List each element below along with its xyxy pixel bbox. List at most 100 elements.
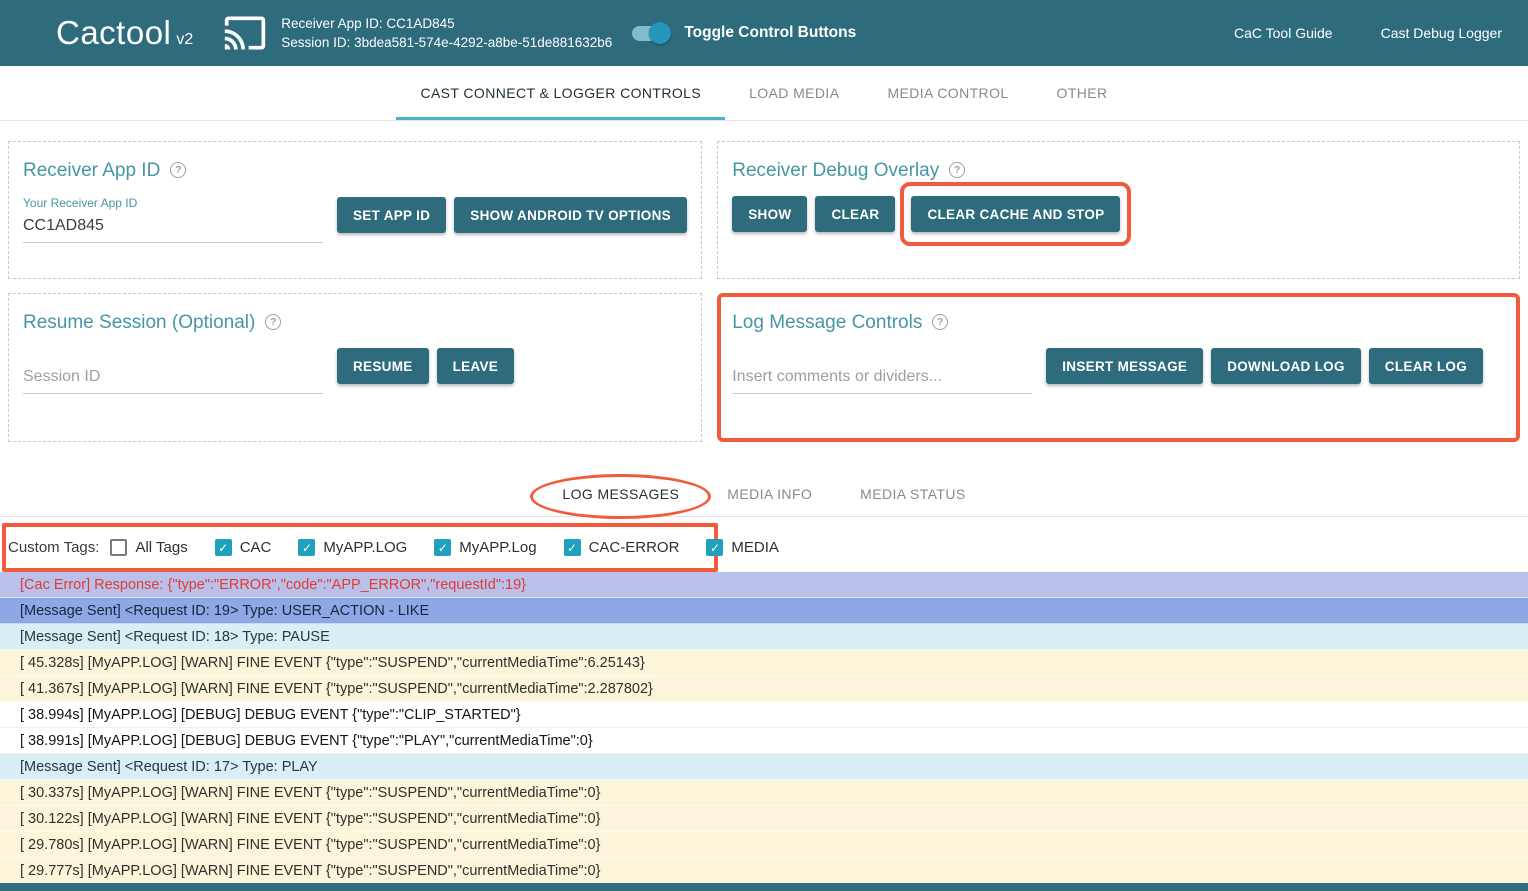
help-icon[interactable]: ? (932, 314, 948, 330)
control-buttons-toggle[interactable] (632, 26, 668, 41)
receiver-app-id-text: Receiver App ID: CC1AD845 (281, 14, 612, 33)
help-icon[interactable]: ? (265, 314, 281, 330)
checkbox-myapp-log-upper[interactable] (298, 539, 315, 556)
log-row-text: [ 29.777s] [MyAPP.LOG] [WARN] FINE EVENT… (20, 863, 600, 879)
tag-myapp-log-upper[interactable]: MyAPP.LOG (298, 539, 407, 556)
log-row-text: [Message Sent] <Request ID: 18> Type: PA… (20, 629, 330, 645)
log-tab-bar: LOG MESSAGES MEDIA INFO MEDIA STATUS (0, 471, 1528, 517)
log-row-text: [Message Sent] <Request ID: 19> Type: US… (20, 603, 429, 619)
log-row: [ 29.777s] [MyAPP.LOG] [WARN] FINE EVENT… (0, 858, 1528, 884)
clear-log-button[interactable]: CLEAR LOG (1369, 348, 1483, 384)
tag-myapp-log[interactable]: MyAPP.Log (434, 539, 536, 556)
log-row: [ 29.780s] [MyAPP.LOG] [WARN] FINE EVENT… (0, 832, 1528, 858)
toggle-label: Toggle Control Buttons (684, 24, 856, 42)
log-row: [Message Sent] <Request ID: 18> Type: PA… (0, 624, 1528, 650)
tab-label: OTHER (1057, 85, 1108, 101)
log-row: [Message Sent] <Request ID: 17> Type: PL… (0, 754, 1528, 780)
tab-label: LOAD MEDIA (749, 85, 839, 101)
checkbox-cac-error[interactable] (564, 539, 581, 556)
log-message-controls-card-title: Log Message Controls (732, 312, 922, 334)
log-row: [Message Sent] <Request ID: 19> Type: US… (0, 598, 1528, 624)
app-version: v2 (176, 31, 193, 49)
insert-message-button[interactable]: INSERT MESSAGE (1046, 348, 1203, 384)
log-row: [ 38.991s] [MyAPP.LOG] [DEBUG] DEBUG EVE… (0, 728, 1528, 754)
checkbox-myapp-log[interactable] (434, 539, 451, 556)
cast-debug-logger-link[interactable]: Cast Debug Logger (1381, 25, 1502, 41)
session-id-text: Session ID: 3bdea581-574e-4292-a8be-51de… (281, 33, 612, 52)
tag-label: All Tags (135, 539, 187, 556)
receiver-debug-overlay-card: Receiver Debug Overlay ? SHOW CLEAR CLEA… (717, 141, 1520, 279)
log-row-text: [ 41.367s] [MyAPP.LOG] [WARN] FINE EVENT… (20, 681, 653, 697)
custom-tags-label: Custom Tags: (8, 539, 99, 556)
tab-load-media[interactable]: LOAD MEDIA (725, 66, 863, 120)
log-messages-list[interactable]: [Cac Error] Response: {"type":"ERROR","c… (0, 572, 1528, 884)
set-app-id-button[interactable]: SET APP ID (337, 197, 446, 233)
tag-label: CAC (240, 539, 272, 556)
log-comment-field-group (732, 364, 1032, 394)
cac-tool-guide-link[interactable]: CaC Tool Guide (1234, 25, 1333, 41)
tab-cast-connect-logger-controls[interactable]: CAST CONNECT & LOGGER CONTROLS (396, 66, 725, 120)
footer-bar (0, 883, 1528, 891)
checkbox-all-tags[interactable] (110, 539, 127, 556)
session-id-input[interactable] (23, 364, 323, 394)
app-title: Cactool (56, 14, 171, 52)
log-comment-input[interactable] (732, 364, 1032, 394)
log-row-text: [ 38.991s] [MyAPP.LOG] [DEBUG] DEBUG EVE… (20, 733, 593, 749)
tag-label: CAC-ERROR (589, 539, 680, 556)
cast-icon[interactable] (223, 11, 267, 55)
checkbox-cac[interactable] (215, 539, 232, 556)
download-log-button[interactable]: DOWNLOAD LOG (1211, 348, 1361, 384)
tab-label: MEDIA CONTROL (887, 85, 1008, 101)
show-overlay-button[interactable]: SHOW (732, 196, 807, 232)
app-logo: Cactool v2 (56, 14, 193, 52)
tab-label: MEDIA INFO (727, 486, 812, 502)
tab-log-messages[interactable]: LOG MESSAGES (538, 471, 703, 516)
tag-label: MEDIA (731, 539, 779, 556)
cactool-app: Cactool v2 Receiver App ID: CC1AD845 Ses… (0, 0, 1528, 891)
leave-button[interactable]: LEAVE (437, 348, 515, 384)
custom-tags-bar: Custom Tags: All Tags CAC MyAPP.LOG MyAP… (2, 523, 718, 572)
receiver-app-id-card-title: Receiver App ID (23, 160, 160, 182)
help-icon[interactable]: ? (949, 162, 965, 178)
tab-label: CAST CONNECT & LOGGER CONTROLS (420, 85, 701, 101)
help-icon[interactable]: ? (170, 162, 186, 178)
log-row-text: [ 45.328s] [MyAPP.LOG] [WARN] FINE EVENT… (20, 655, 645, 671)
log-message-controls-card: Log Message Controls ? INSERT MESSAGE DO… (717, 293, 1520, 442)
main-tab-bar: CAST CONNECT & LOGGER CONTROLS LOAD MEDI… (0, 66, 1528, 121)
checkbox-media[interactable] (706, 539, 723, 556)
control-cards: Receiver App ID ? Your Receiver App ID S… (0, 121, 1528, 442)
tag-all-tags[interactable]: All Tags (110, 539, 187, 556)
receiver-debug-overlay-card-title: Receiver Debug Overlay (732, 160, 939, 182)
log-row: [ 41.367s] [MyAPP.LOG] [WARN] FINE EVENT… (0, 676, 1528, 702)
clear-overlay-button[interactable]: CLEAR (815, 196, 895, 232)
log-row: [ 45.328s] [MyAPP.LOG] [WARN] FINE EVENT… (0, 650, 1528, 676)
log-row: [ 30.337s] [MyAPP.LOG] [WARN] FINE EVENT… (0, 780, 1528, 806)
tab-media-info[interactable]: MEDIA INFO (703, 471, 836, 516)
log-row: [ 30.122s] [MyAPP.LOG] [WARN] FINE EVENT… (0, 806, 1528, 832)
receiver-app-id-field-group: Your Receiver App ID (23, 196, 323, 243)
tag-cac-error[interactable]: CAC-ERROR (564, 539, 680, 556)
log-controls-button-group: INSERT MESSAGE DOWNLOAD LOG CLEAR LOG (1046, 348, 1483, 394)
tab-media-control[interactable]: MEDIA CONTROL (863, 66, 1032, 120)
receiver-app-id-input-label: Your Receiver App ID (23, 196, 323, 210)
annotation-rect-clear-cache: CLEAR CACHE AND STOP (900, 182, 1131, 246)
session-id-field-group (23, 364, 323, 394)
log-row-text: [Message Sent] <Request ID: 17> Type: PL… (20, 759, 318, 775)
clear-cache-and-stop-button[interactable]: CLEAR CACHE AND STOP (911, 196, 1120, 232)
receiver-app-id-card: Receiver App ID ? Your Receiver App ID S… (8, 141, 702, 279)
log-row-text: [ 38.994s] [MyAPP.LOG] [DEBUG] DEBUG EVE… (20, 707, 521, 723)
resume-session-card-title: Resume Session (Optional) (23, 312, 255, 334)
log-row: [ 38.994s] [MyAPP.LOG] [DEBUG] DEBUG EVE… (0, 702, 1528, 728)
show-android-tv-options-button[interactable]: SHOW ANDROID TV OPTIONS (454, 197, 687, 233)
tag-label: MyAPP.LOG (323, 539, 407, 556)
toggle-knob (649, 22, 671, 44)
tag-cac[interactable]: CAC (215, 539, 272, 556)
tab-media-status[interactable]: MEDIA STATUS (836, 471, 989, 516)
tag-label: MyAPP.Log (459, 539, 536, 556)
log-row-text: [Cac Error] Response: {"type":"ERROR","c… (20, 577, 526, 593)
receiver-app-id-input[interactable] (23, 213, 323, 243)
session-info: Receiver App ID: CC1AD845 Session ID: 3b… (281, 14, 612, 52)
resume-button[interactable]: RESUME (337, 348, 429, 384)
tag-media[interactable]: MEDIA (706, 539, 779, 556)
tab-other[interactable]: OTHER (1033, 66, 1132, 120)
